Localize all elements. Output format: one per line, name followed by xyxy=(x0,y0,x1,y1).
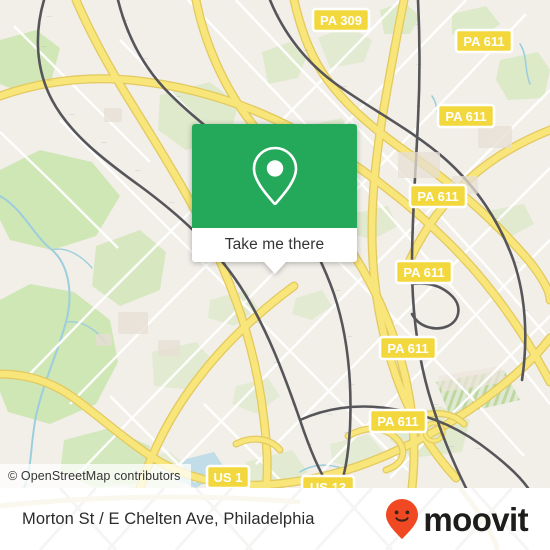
take-me-there-popup[interactable]: Take me there xyxy=(192,124,357,274)
svg-text:PA 309: PA 309 xyxy=(320,13,362,28)
svg-text:PA 611: PA 611 xyxy=(403,265,444,280)
osm-attribution[interactable]: © OpenStreetMap contributors xyxy=(0,464,191,488)
popup-pointer-tail xyxy=(263,262,286,274)
svg-text:US 1: US 1 xyxy=(214,470,243,485)
svg-text:PA 611: PA 611 xyxy=(377,414,418,429)
svg-text:PA 611: PA 611 xyxy=(387,341,428,356)
moovit-pin-icon xyxy=(386,499,419,539)
shield-pa-309[interactable]: PA 309 xyxy=(311,7,371,33)
moovit-logo: moovit xyxy=(385,498,529,540)
bottom-info-bar: Morton St / E Chelten Ave, Philadelphia … xyxy=(0,488,550,550)
shield-us-13[interactable]: US 13 xyxy=(300,474,356,488)
shield-pa-611-2[interactable]: PA 611 xyxy=(436,103,496,129)
moovit-station-map-card: PA 309 PA 611 PA 611 PA 611 PA 611 PA 61… xyxy=(0,0,550,550)
shield-pa-611-3[interactable]: PA 611 xyxy=(408,183,468,209)
place-name: Morton St / E Chelten Ave, Philadelphia xyxy=(22,509,315,528)
map-pin-icon xyxy=(252,146,297,206)
svg-text:PA 611: PA 611 xyxy=(463,34,504,49)
svg-text:PA 611: PA 611 xyxy=(417,189,458,204)
svg-text:US 13: US 13 xyxy=(310,480,346,488)
osm-attribution-text: © OpenStreetMap contributors xyxy=(8,469,181,483)
svg-text:PA 611: PA 611 xyxy=(445,109,486,124)
shield-pa-611-6[interactable]: PA 611 xyxy=(368,408,428,434)
take-me-there-label: Take me there xyxy=(224,236,325,253)
moovit-wordmark: moovit xyxy=(423,500,528,538)
popup-footer[interactable]: Take me there xyxy=(192,228,357,274)
shield-us-1[interactable]: US 1 xyxy=(205,464,251,488)
shield-pa-611-1[interactable]: PA 611 xyxy=(454,28,514,54)
popup-header xyxy=(192,124,357,228)
shield-pa-611-4[interactable]: PA 611 xyxy=(394,259,454,285)
shield-pa-611-5[interactable]: PA 611 xyxy=(378,335,438,361)
